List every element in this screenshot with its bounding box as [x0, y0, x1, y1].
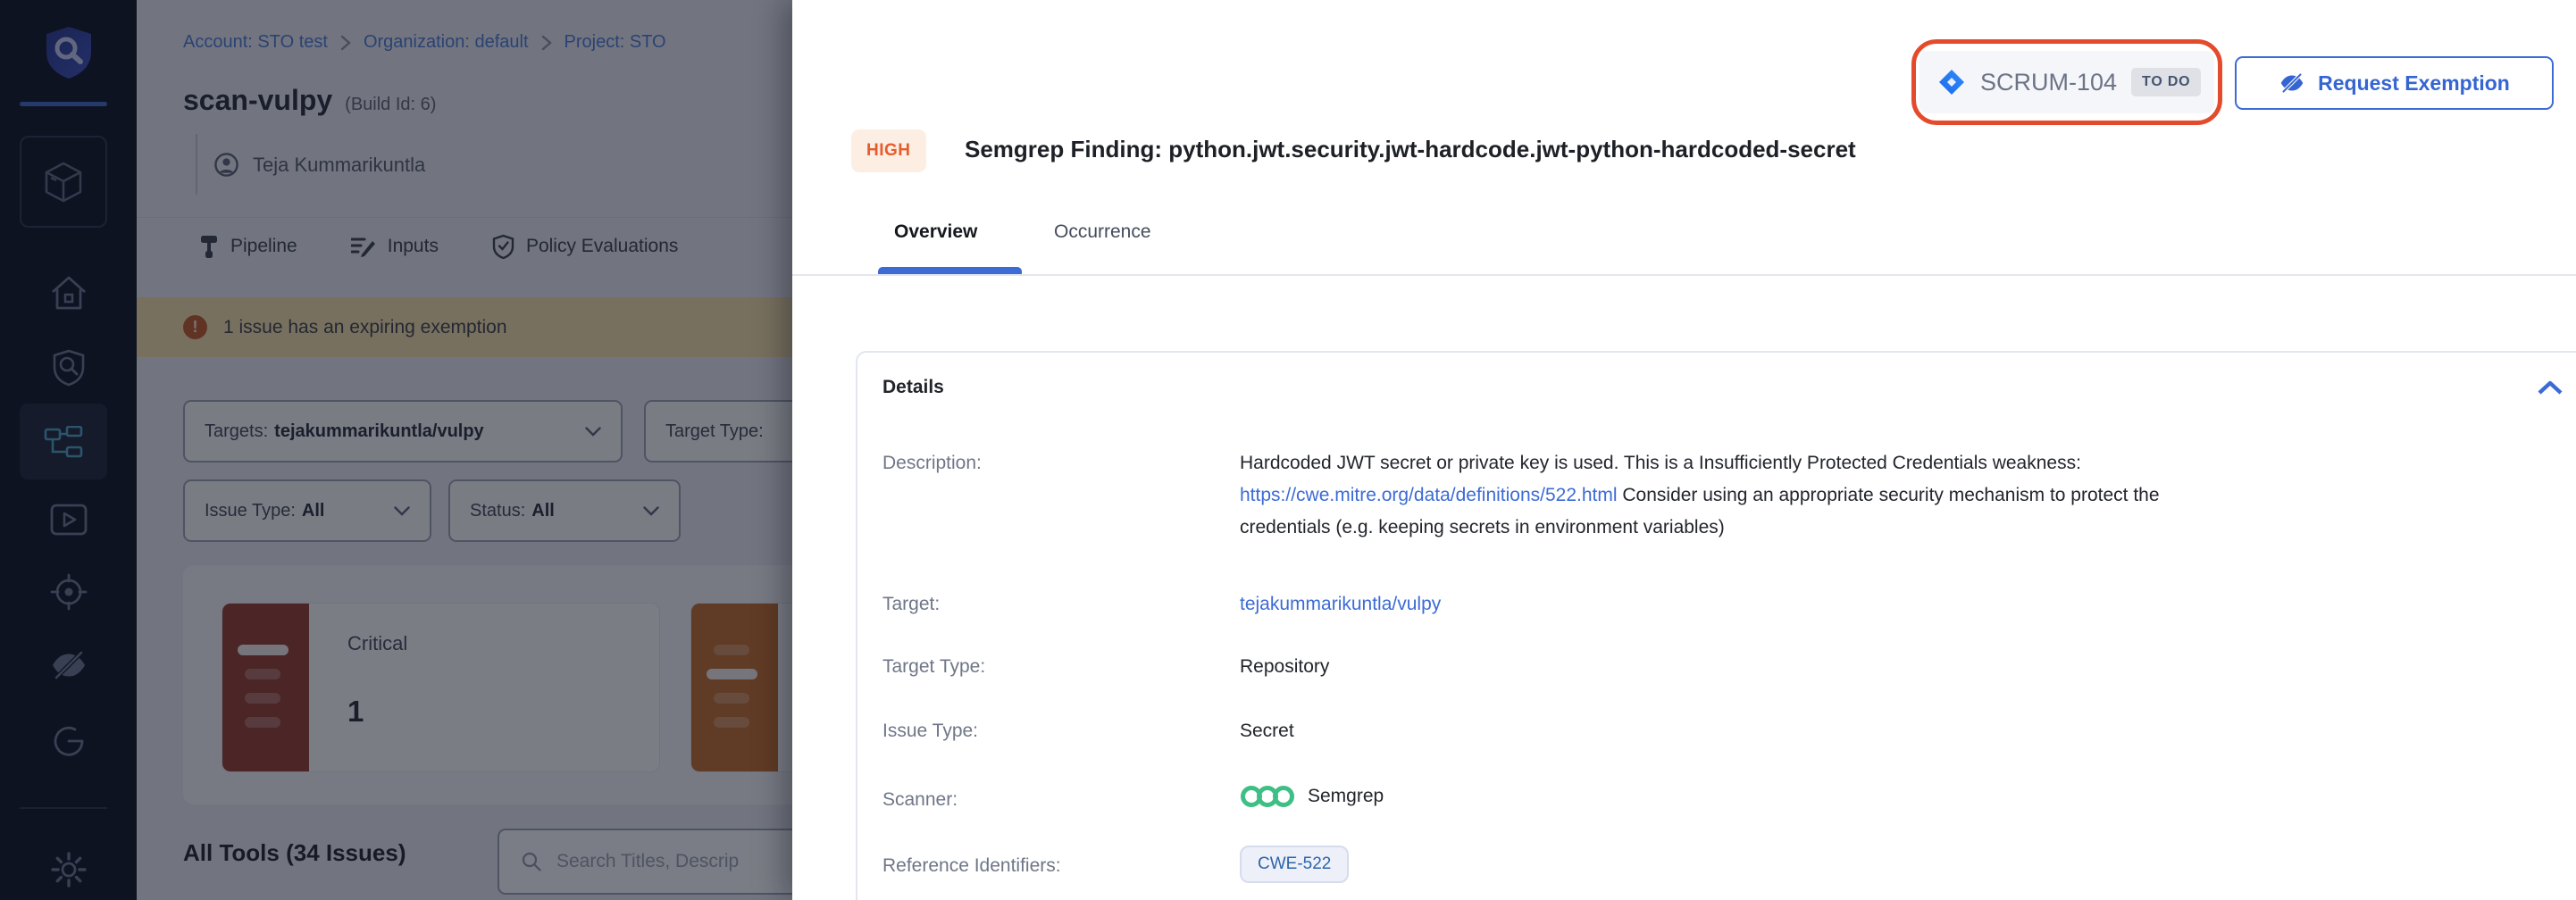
- eye-off-icon: [2279, 71, 2305, 95]
- semgrep-logo-icon: [1240, 784, 1295, 809]
- issue-title: Semgrep Finding: python.jwt.security.jwt…: [965, 136, 1856, 163]
- annotation-highlight-box: [1911, 39, 2222, 125]
- scanner-value: Semgrep: [1240, 784, 1384, 809]
- target-label: Target:: [882, 594, 940, 615]
- description-value: Hardcoded JWT secret or private key is u…: [1240, 447, 2169, 544]
- reference-identifiers-label: Reference Identifiers:: [882, 855, 1061, 877]
- request-exemption-label: Request Exemption: [2318, 71, 2510, 96]
- description-label: Description:: [882, 453, 982, 474]
- cwe-reference-chip[interactable]: CWE-522: [1240, 846, 1349, 883]
- issue-type-label: Issue Type:: [882, 721, 978, 742]
- details-card: Details Description: Hardcoded JWT secre…: [856, 351, 2576, 900]
- tab-overview[interactable]: Overview: [894, 221, 977, 243]
- scanner-label: Scanner:: [882, 789, 958, 811]
- divider: [792, 274, 2576, 276]
- app-root: Account: STO test Organization: default …: [0, 0, 2576, 900]
- scanner-name: Semgrep: [1308, 786, 1384, 807]
- details-heading: Details: [882, 377, 944, 398]
- target-link[interactable]: tejakummarikuntla/vulpy: [1240, 594, 1441, 615]
- description-text: Hardcoded JWT secret or private key is u…: [1240, 453, 2081, 473]
- severity-high-badge: HIGH: [851, 129, 926, 172]
- modal-dim-overlay[interactable]: [0, 0, 792, 900]
- tab-occurrence[interactable]: Occurrence: [1054, 221, 1151, 243]
- cwe-definition-link[interactable]: https://cwe.mitre.org/data/definitions/5…: [1240, 485, 1618, 505]
- issue-type-value: Secret: [1240, 721, 1294, 742]
- chevron-up-icon[interactable]: [2537, 379, 2563, 396]
- issue-detail-drawer: SCRUM-104 TO DO Request Exemption HIGH S…: [792, 0, 2576, 900]
- target-type-label: Target Type:: [882, 656, 985, 678]
- request-exemption-button[interactable]: Request Exemption: [2235, 56, 2554, 110]
- target-type-value: Repository: [1240, 656, 1329, 678]
